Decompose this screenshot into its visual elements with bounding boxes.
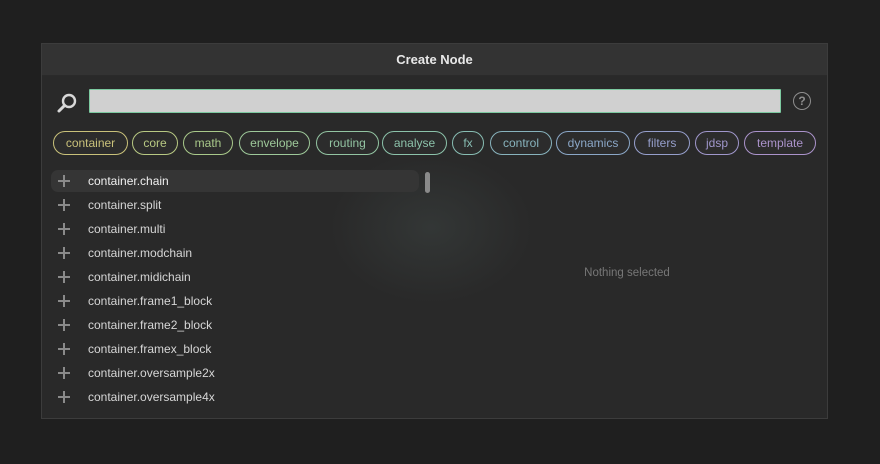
node-list-item[interactable]: container.midichain <box>51 266 419 288</box>
add-icon <box>58 199 70 211</box>
tag-filters[interactable]: filters <box>634 131 690 155</box>
category-filter-bar: container core math envelope routing ana… <box>53 131 823 157</box>
node-list-item[interactable]: container.oversample4x <box>51 386 419 408</box>
node-label: container.multi <box>88 222 166 236</box>
tag-math[interactable]: math <box>183 131 233 155</box>
node-label: container.modchain <box>88 246 193 260</box>
tag-core[interactable]: core <box>132 131 178 155</box>
add-icon <box>58 343 70 355</box>
tag-analyse[interactable]: analyse <box>382 131 447 155</box>
add-icon <box>58 391 70 403</box>
add-icon <box>58 295 70 307</box>
node-list-item[interactable]: container.multi <box>51 218 419 240</box>
node-label: container.frame1_block <box>88 294 213 308</box>
node-list-item[interactable]: container.split <box>51 194 419 216</box>
add-icon <box>58 367 70 379</box>
tag-container[interactable]: container <box>53 131 128 155</box>
node-label: container.framex_block <box>88 342 212 356</box>
tag-routing[interactable]: routing <box>316 131 379 155</box>
node-label: container.oversample4x <box>88 390 215 404</box>
node-list-item[interactable]: container.modchain <box>51 242 419 264</box>
node-list: container.chain container.split containe… <box>51 170 431 410</box>
node-label: container.split <box>88 198 162 212</box>
tag-control[interactable]: control <box>490 131 552 155</box>
empty-preview-text: Nothing selected <box>584 267 670 279</box>
help-icon[interactable]: ? <box>793 92 811 110</box>
node-list-item[interactable]: container.framex_block <box>51 338 419 360</box>
list-scrollbar-thumb[interactable] <box>425 172 430 193</box>
add-icon <box>58 271 70 283</box>
add-icon <box>58 247 70 259</box>
add-icon <box>58 223 70 235</box>
tag-jdsp[interactable]: jdsp <box>695 131 739 155</box>
tag-template[interactable]: template <box>744 131 816 155</box>
create-node-dialog: Create Node ? container core math envelo… <box>41 43 828 419</box>
add-icon <box>58 175 70 187</box>
search-input[interactable] <box>89 89 781 113</box>
node-list-item[interactable]: container.oversample2x <box>51 362 419 384</box>
add-icon <box>58 319 70 331</box>
tag-envelope[interactable]: envelope <box>239 131 310 155</box>
tag-fx[interactable]: fx <box>452 131 484 155</box>
dialog-title: Create Node <box>42 44 827 76</box>
node-label: container.midichain <box>88 270 191 284</box>
node-list-item[interactable]: container.chain <box>51 170 419 192</box>
tag-dynamics[interactable]: dynamics <box>556 131 630 155</box>
search-icon <box>57 93 77 113</box>
node-label: container.chain <box>88 174 169 188</box>
node-list-item[interactable]: container.frame2_block <box>51 314 419 336</box>
node-label: container.oversample2x <box>88 366 215 380</box>
node-label: container.frame2_block <box>88 318 213 332</box>
node-list-item[interactable]: container.frame1_block <box>51 290 419 312</box>
